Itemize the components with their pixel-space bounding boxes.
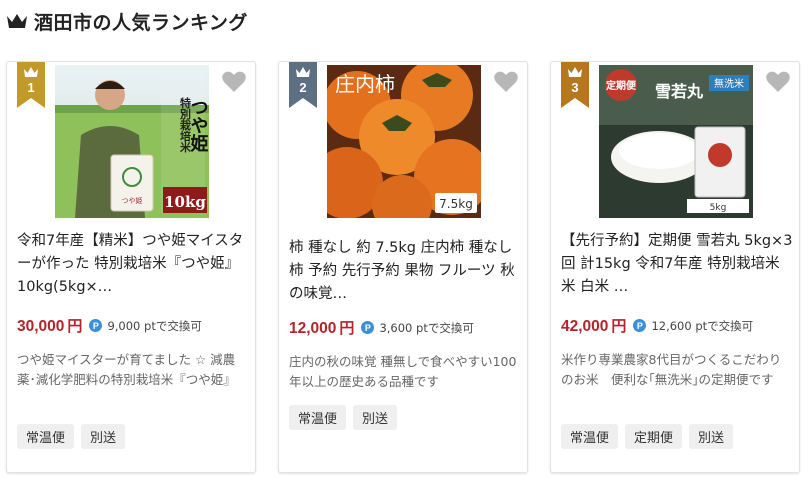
product-card[interactable]: 3 定期便 雪若丸 無洗米 5kg 【先行予約】定期便 雪若丸 5kg×3回 計… <box>550 61 800 473</box>
heart-icon <box>222 71 246 92</box>
points-label: 12,600 ptで交換可 <box>651 318 754 333</box>
svg-text:7.5kg: 7.5kg <box>439 197 473 211</box>
product-card[interactable]: 1 つや姫 特別栽培米 つや姫 10kg 令和7年産【精米】つや姫マイスターが作… <box>6 61 256 473</box>
price: 42,000 円 <box>561 318 627 335</box>
svg-text:つや姫: つや姫 <box>188 98 209 153</box>
price: 30,000 円 <box>17 318 83 335</box>
price-row: 30,000 円 P 9,000 ptで交換可 <box>17 315 202 336</box>
svg-text:庄内柿: 庄内柿 <box>335 72 395 96</box>
rank-badge: 1 <box>17 62 45 108</box>
price-row: 42,000 円 P 12,600 ptで交換可 <box>561 315 753 336</box>
rank-badge: 3 <box>561 62 589 108</box>
favorite-button[interactable] <box>765 70 791 94</box>
tag[interactable]: 別送 <box>81 424 126 449</box>
tag[interactable]: 別送 <box>353 405 398 430</box>
svg-text:つや姫: つや姫 <box>122 196 143 205</box>
product-title[interactable]: 令和7年産【精米】つや姫マイスターが作った 特別栽培米『つや姫』10kg(5kg… <box>17 230 249 299</box>
product-description: 庄内の秋の味覚 種無しで食べやすい100年以上の歴史ある品種です <box>289 354 517 389</box>
svg-text:雪若丸: 雪若丸 <box>655 82 704 101</box>
product-description: つや姫マイスターが育てました ☆ 減農薬･減化学肥料の特別栽培米『つや姫』 <box>17 352 236 387</box>
point-icon: P <box>89 319 103 332</box>
svg-text:10kg: 10kg <box>164 193 206 211</box>
product-image[interactable]: 庄内柿 7.5kg <box>327 65 481 218</box>
points-label: 3,600 ptで交換可 <box>379 320 474 335</box>
point-icon: P <box>361 321 375 334</box>
ranking-header: 酒田市の人気ランキング <box>6 8 248 34</box>
price: 12,000 円 <box>289 320 355 337</box>
crown-icon <box>7 14 27 28</box>
product-title[interactable]: 【先行予約】定期便 雪若丸 5kg×3回 計15kg 令和7年産 特別栽培米 米… <box>561 230 793 299</box>
tag-list: 常温便 定期便 別送 <box>561 424 734 449</box>
product-image[interactable]: 定期便 雪若丸 無洗米 5kg <box>599 65 753 218</box>
favorite-button[interactable] <box>221 70 247 94</box>
tag[interactable]: 常温便 <box>17 424 75 449</box>
product-description: 米作り専業農家8代目がつくるこだわりのお米 便利な｢無洗米｣の定期便です <box>561 352 782 387</box>
tag-list: 常温便 別送 <box>17 424 126 449</box>
tag-list: 常温便 別送 <box>289 405 398 430</box>
svg-text:5kg: 5kg <box>710 203 727 213</box>
crown-icon <box>24 67 38 77</box>
heart-icon <box>494 71 518 92</box>
product-title[interactable]: 柿 種なし 約 7.5kg 庄内柿 種なし柿 予約 先行予約 果物 フルーツ 秋… <box>289 237 521 306</box>
heart-icon <box>766 71 790 92</box>
page-title: 酒田市の人気ランキング <box>34 11 248 34</box>
product-image[interactable]: つや姫 特別栽培米 つや姫 10kg <box>55 65 209 218</box>
favorite-button[interactable] <box>493 70 519 94</box>
tag[interactable]: 常温便 <box>289 405 347 430</box>
price-row: 12,000 円 P 3,600 ptで交換可 <box>289 317 474 338</box>
rank-badge: 2 <box>289 62 317 108</box>
tag[interactable]: 常温便 <box>561 424 619 449</box>
svg-text:定期便: 定期便 <box>606 79 637 92</box>
point-icon: P <box>633 319 647 332</box>
svg-text:無洗米: 無洗米 <box>714 77 744 90</box>
crown-icon <box>296 67 310 77</box>
tag[interactable]: 定期便 <box>625 424 683 449</box>
points-label: 9,000 ptで交換可 <box>107 318 202 333</box>
product-card[interactable]: 2 庄内柿 7.5kg 柿 種なし 約 7.5kg 庄内柿 種なし柿 予約 先行… <box>278 61 528 473</box>
tag[interactable]: 別送 <box>689 424 734 449</box>
crown-icon <box>568 67 582 77</box>
